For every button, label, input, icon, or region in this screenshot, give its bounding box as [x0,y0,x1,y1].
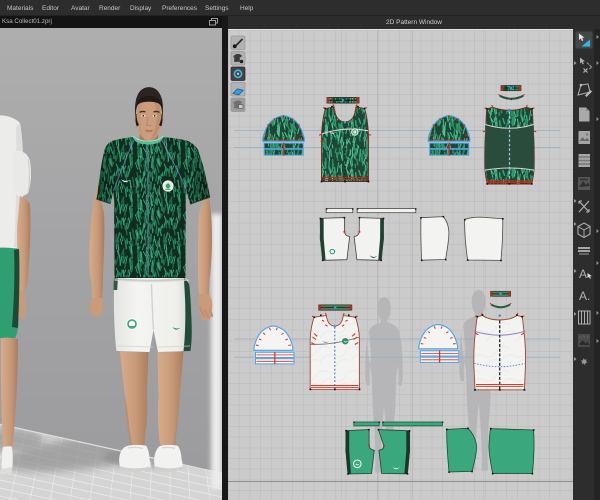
svg-text:A: A [579,267,587,281]
svg-text:A.: A. [579,289,590,303]
